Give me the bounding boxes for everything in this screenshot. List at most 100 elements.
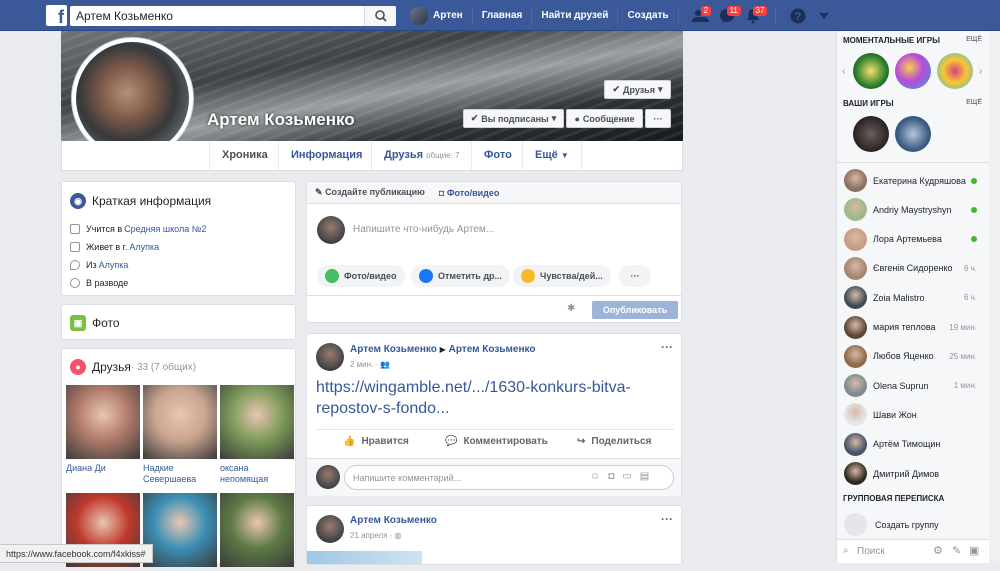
search-button[interactable]: [364, 6, 396, 26]
hometown-link[interactable]: Алупка: [99, 260, 129, 270]
photos-card[interactable]: ▣ Фото: [61, 304, 296, 340]
globe-icon[interactable]: ◍: [395, 531, 402, 540]
audience-friends-icon[interactable]: 👥: [380, 360, 390, 369]
gif-icon[interactable]: ▭: [622, 471, 631, 482]
video-call-icon[interactable]: ▣: [969, 544, 979, 557]
create-link[interactable]: Создать: [627, 10, 668, 21]
page-scrollbar[interactable]: [989, 31, 1000, 563]
instant-games-more-link[interactable]: ЕЩЁ: [966, 36, 982, 43]
friend-photo[interactable]: [143, 385, 217, 459]
your-games-more-link[interactable]: ЕЩЁ: [966, 99, 982, 106]
friend-tile[interactable]: Диана Ди: [66, 385, 140, 474]
chat-contact[interactable]: Дмитрий Димов: [837, 459, 1000, 488]
chat-search-input[interactable]: Поиск: [857, 546, 885, 557]
photo-video-chip[interactable]: Фото/видео: [317, 265, 405, 287]
chat-contact[interactable]: Артём Тимощин: [837, 430, 1000, 459]
tab-timeline[interactable]: Хроника: [209, 141, 280, 170]
game-icon-poker[interactable]: [895, 116, 931, 152]
composer-more-chip[interactable]: ···: [619, 265, 651, 287]
game-icon-bubble[interactable]: [895, 53, 931, 89]
help-button[interactable]: ?: [787, 6, 809, 26]
post-link[interactable]: https://wingamble.net/.../1630-konkurs-b…: [316, 377, 676, 419]
account-menu-button[interactable]: [813, 6, 835, 26]
profile-more-button[interactable]: ···: [645, 109, 671, 128]
chat-contact[interactable]: Zoia Malistro 6 ч.: [837, 283, 1000, 312]
composer-input[interactable]: Напишите что-нибудь Артем...: [353, 224, 494, 235]
chat-contact[interactable]: Olena Suprun 1 мин.: [837, 371, 1000, 400]
tab-friends[interactable]: Друзья общие: 7: [371, 141, 472, 170]
avatar[interactable]: [410, 6, 428, 25]
friends-button[interactable]: ✔ Друзья ▾: [604, 80, 671, 99]
search-input[interactable]: [70, 6, 360, 26]
game-icon-lotto[interactable]: [853, 53, 889, 89]
profile-link[interactable]: Артен: [433, 10, 463, 21]
friend-tile[interactable]: Надкие Севершаева: [143, 385, 217, 485]
city-link[interactable]: Алупка: [129, 242, 159, 252]
facebook-logo[interactable]: f: [46, 5, 67, 26]
emoji-icon[interactable]: ☺: [590, 471, 600, 482]
friends-title-text[interactable]: Друзья: [92, 360, 131, 374]
composer-avatar[interactable]: [317, 216, 345, 244]
comment-button[interactable]: 💬 Комментировать: [445, 436, 548, 447]
create-post-tab[interactable]: ✎ Создайте публикацию: [315, 187, 425, 198]
chat-contact[interactable]: Шави Жон: [837, 400, 1000, 429]
friend-tile[interactable]: [220, 493, 294, 571]
settings-icon[interactable]: ✱: [567, 303, 575, 314]
post-author-avatar[interactable]: [316, 515, 344, 543]
feeling-chip[interactable]: Чувства/дей...: [513, 265, 611, 287]
home-link[interactable]: Главная: [482, 10, 523, 21]
publish-button[interactable]: Опубликовать: [592, 301, 678, 319]
arrow-right-icon: ▶: [439, 345, 446, 354]
post-time[interactable]: 21 апреля: [350, 531, 388, 540]
chat-contact[interactable]: Лора Артемьева: [837, 225, 1000, 254]
friend-name[interactable]: Надкие Севершаева: [143, 463, 217, 485]
photo-video-tab[interactable]: ◘ Фото/видео: [439, 188, 499, 198]
post-author-link[interactable]: Артем Козьменко: [350, 344, 437, 355]
friend-photo[interactable]: [66, 385, 140, 459]
tab-photos[interactable]: Фото: [471, 141, 524, 170]
post-image[interactable]: [307, 551, 422, 564]
tab-about[interactable]: Информация: [278, 141, 374, 170]
sticker-icon[interactable]: ▤: [640, 471, 649, 482]
gear-icon[interactable]: ⚙: [933, 544, 943, 557]
post-options-icon[interactable]: ···: [661, 340, 673, 354]
post-time[interactable]: 2 мин.: [350, 360, 373, 369]
like-button[interactable]: 👍 Нравится: [343, 436, 409, 447]
school-link[interactable]: Средняя школа №2: [124, 224, 206, 234]
chat-contact[interactable]: Andriy Maystryshyn: [837, 195, 1000, 224]
friend-requests-button[interactable]: 2: [690, 5, 712, 26]
chat-contact[interactable]: Любов Яценко 25 мин.: [837, 342, 1000, 371]
messages-button[interactable]: 11: [716, 5, 741, 26]
camera-icon[interactable]: ◘: [608, 471, 614, 482]
chat-contact[interactable]: мария теплова 19 мин.: [837, 313, 1000, 342]
post-author-link[interactable]: Артем Козьменко: [350, 515, 437, 526]
share-button[interactable]: ↪ Поделиться: [577, 436, 651, 447]
post-author-avatar[interactable]: [316, 343, 344, 371]
comment-area: Напишите комментарий... ☺ ◘ ▭ ▤: [307, 458, 681, 496]
friend-name[interactable]: оксана непомящая: [220, 463, 294, 485]
friend-photo[interactable]: [220, 385, 294, 459]
chat-contact[interactable]: Євгенія Сидоренко 6 ч.: [837, 254, 1000, 283]
post-options-icon[interactable]: ···: [661, 512, 673, 526]
profile-name[interactable]: Артем Козьменко: [207, 110, 355, 130]
tag-friends-chip[interactable]: Отметить др...: [411, 265, 511, 287]
chevron-left-icon[interactable]: ‹: [842, 66, 845, 77]
friend-photo[interactable]: [220, 493, 294, 567]
create-group-button[interactable]: Создать группу: [844, 513, 939, 536]
message-button[interactable]: ● Сообщение: [566, 109, 643, 128]
post-target-link[interactable]: Артем Козьменко: [449, 344, 536, 355]
friend-tile[interactable]: оксана непомящая: [220, 385, 294, 485]
friend-photo[interactable]: [143, 493, 217, 567]
tab-more[interactable]: Ещё ▼: [522, 141, 582, 170]
game-icon-chess[interactable]: [853, 116, 889, 152]
notifications-button[interactable]: 37: [742, 5, 768, 26]
chevron-right-icon[interactable]: ›: [979, 66, 982, 77]
tab-friends-common: общие: 7: [426, 151, 460, 160]
find-friends-link[interactable]: Найти друзей: [541, 10, 608, 21]
chat-contact[interactable]: Екатерина Кудряшова: [837, 166, 1000, 195]
friend-name[interactable]: Диана Ди: [66, 463, 140, 474]
following-button[interactable]: ✔ Вы подписаны ▾: [463, 109, 564, 128]
friend-tile[interactable]: [143, 493, 217, 571]
game-icon-gems[interactable]: [937, 53, 973, 89]
compose-icon[interactable]: ✎: [952, 544, 961, 557]
